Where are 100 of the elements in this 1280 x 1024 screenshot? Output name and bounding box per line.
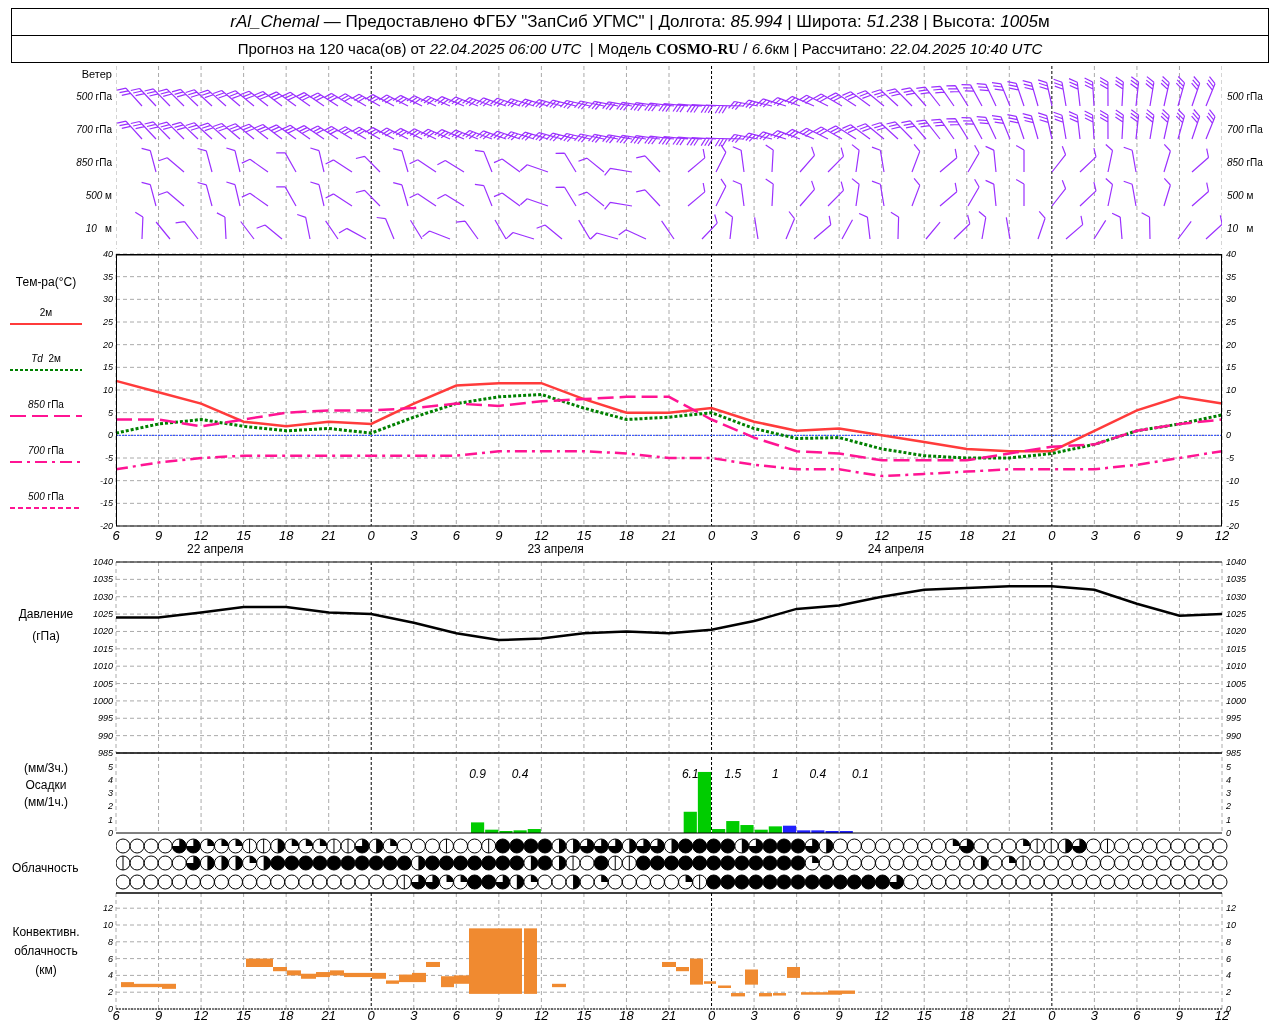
axis-tick-label: 1035 (92, 574, 113, 585)
axis-tick-label: 1005 (92, 678, 113, 689)
axis-tick-label: 985 (97, 748, 113, 758)
axis-tick-label: -15 (1226, 498, 1239, 509)
axis-tick-label: 0 (367, 1009, 375, 1023)
axis-tick-label: 35 (1226, 271, 1236, 282)
precipitation-total-label: 6.1 (681, 767, 699, 781)
axis-tick-label: 1000 (92, 695, 113, 706)
precipitation-total-label: 0.9 (469, 767, 486, 781)
axis-tick-label: 3 (108, 788, 113, 799)
date-label: 22 апреля (187, 543, 244, 556)
axis-tick-label: 9 (495, 529, 503, 543)
axis-tick-label: 2 (1226, 987, 1231, 998)
precipitation-total-label: 0.4 (809, 767, 827, 781)
axis-tick-label: 0 (1048, 529, 1056, 543)
convective-label: (км) (35, 963, 57, 977)
legend-label: 2м (39, 307, 53, 319)
axis-tick-label: -20 (1226, 521, 1239, 531)
axis-tick-label: 6 (452, 529, 460, 543)
axis-tick-label: 1015 (1226, 643, 1247, 654)
axis-tick-label: 10 (1226, 385, 1236, 395)
precipitation-total-label: 0.4 (511, 767, 529, 781)
axis-tick-label: 2 (108, 987, 113, 998)
date-label: 23 апреля (527, 543, 584, 556)
axis-tick-label: 1005 (1226, 678, 1247, 689)
axis-tick-label: 3 (1090, 529, 1098, 543)
wind-level-label: 500 гПа (76, 90, 112, 104)
axis-tick-label: 12 (874, 1009, 889, 1023)
axis-tick-label: 3 (410, 1009, 418, 1023)
axis-tick-label: 1040 (1226, 557, 1247, 567)
wind-level-label: 10 м (85, 222, 112, 236)
axis-tick-label: 1020 (92, 626, 113, 637)
pressure-title: Давление (18, 606, 74, 622)
convective-label: облачность (14, 944, 78, 958)
axis-tick-label: 9 (154, 1009, 163, 1023)
axis-tick-label: 15 (917, 529, 932, 543)
axis-tick-label: 18 (619, 1009, 634, 1023)
axis-tick-label: 0 (1226, 430, 1231, 441)
axis-tick-label: 1010 (1226, 661, 1247, 672)
axis-tick-label: 1 (108, 814, 113, 825)
precipitation-total-label: 1.5 (724, 767, 742, 781)
axis-tick-label: 15 (576, 529, 592, 543)
axis-tick-label: 6 (112, 529, 120, 543)
axis-tick-label: 6 (1133, 1009, 1141, 1023)
axis-tick-label: 15 (103, 362, 113, 373)
axis-tick-label: 0 (108, 430, 113, 441)
precipitation-label: (мм/3ч.) (23, 761, 69, 775)
axis-tick-label: 3 (410, 529, 418, 543)
axis-tick-label: 18 (278, 1009, 294, 1023)
axis-tick-label: 21 (321, 1009, 336, 1023)
precipitation-total-label: 0.1 (852, 767, 869, 781)
axis-tick-label: 1025 (1226, 609, 1247, 620)
axis-tick-label: 9 (495, 1009, 503, 1023)
axis-tick-label: 15 (917, 1009, 932, 1023)
axis-tick-label: 995 (97, 713, 113, 724)
precipitation-label: Осадки (25, 778, 67, 792)
legend-label: 700 гПа (28, 445, 64, 457)
axis-tick-label: 18 (959, 1009, 974, 1023)
axis-tick-label: 10 (103, 920, 113, 930)
axis-tick-label: 990 (97, 730, 113, 741)
axis-tick-label: 9 (154, 529, 163, 543)
axis-tick-label: 10 (103, 385, 113, 395)
axis-tick-label: 6 (793, 529, 801, 543)
axis-tick-label: 0 (367, 529, 375, 543)
axis-tick-label: 1010 (92, 661, 113, 672)
wind-level-label: 500 гПа (1227, 90, 1263, 104)
axis-tick-label: 5 (1226, 407, 1231, 418)
axis-tick-label: 15 (1226, 362, 1236, 373)
axis-tick-label: 1030 (1226, 591, 1247, 602)
axis-tick-label: 25 (1226, 317, 1236, 327)
axis-tick-label: 6 (452, 1009, 460, 1023)
axis-tick-label: 4 (108, 970, 113, 981)
wind-level-label: 10 м (1227, 222, 1254, 236)
axis-tick-label: 0 (707, 1009, 716, 1023)
wind-level-label: 850 гПа (76, 156, 112, 170)
axis-tick-label: 21 (661, 1009, 677, 1023)
axis-tick-label: -5 (105, 453, 113, 463)
station-info-text: rAl_Chemal — Предоставлено ФГБУ "ЗапСиб УГМС" | Долгота: 85.994 | Широта: 51.238 | Высота: 1005м (230, 11, 1050, 34)
axis-tick-label: 12 (874, 529, 889, 543)
axis-tick-label: 0 (1048, 1009, 1056, 1023)
legend-label: 500 гПа (28, 491, 64, 503)
axis-tick-label: 12 (193, 529, 209, 543)
axis-tick-label: 18 (959, 529, 974, 543)
convective-label: Конвективн. (12, 925, 80, 939)
axis-tick-label: 4 (108, 774, 113, 785)
axis-tick-label: 40 (1226, 249, 1236, 259)
axis-tick-label: 25 (103, 317, 113, 327)
axis-tick-label: 6 (108, 953, 113, 964)
axis-tick-label: 21 (661, 529, 677, 543)
axis-tick-label: 0 (1226, 828, 1231, 838)
axis-tick-label: 15 (236, 529, 251, 543)
axis-tick-label: 5 (1226, 761, 1231, 772)
axis-tick-label: 10 (1226, 920, 1236, 930)
axis-tick-label: -10 (100, 475, 113, 486)
axis-tick-label: 8 (108, 936, 113, 947)
axis-tick-label: 12 (1226, 903, 1236, 914)
legend-label: 850 гПа (28, 399, 64, 411)
axis-tick-label: -15 (100, 498, 113, 509)
axis-tick-label: -5 (1226, 453, 1234, 463)
axis-tick-label: 12 (534, 1009, 549, 1023)
